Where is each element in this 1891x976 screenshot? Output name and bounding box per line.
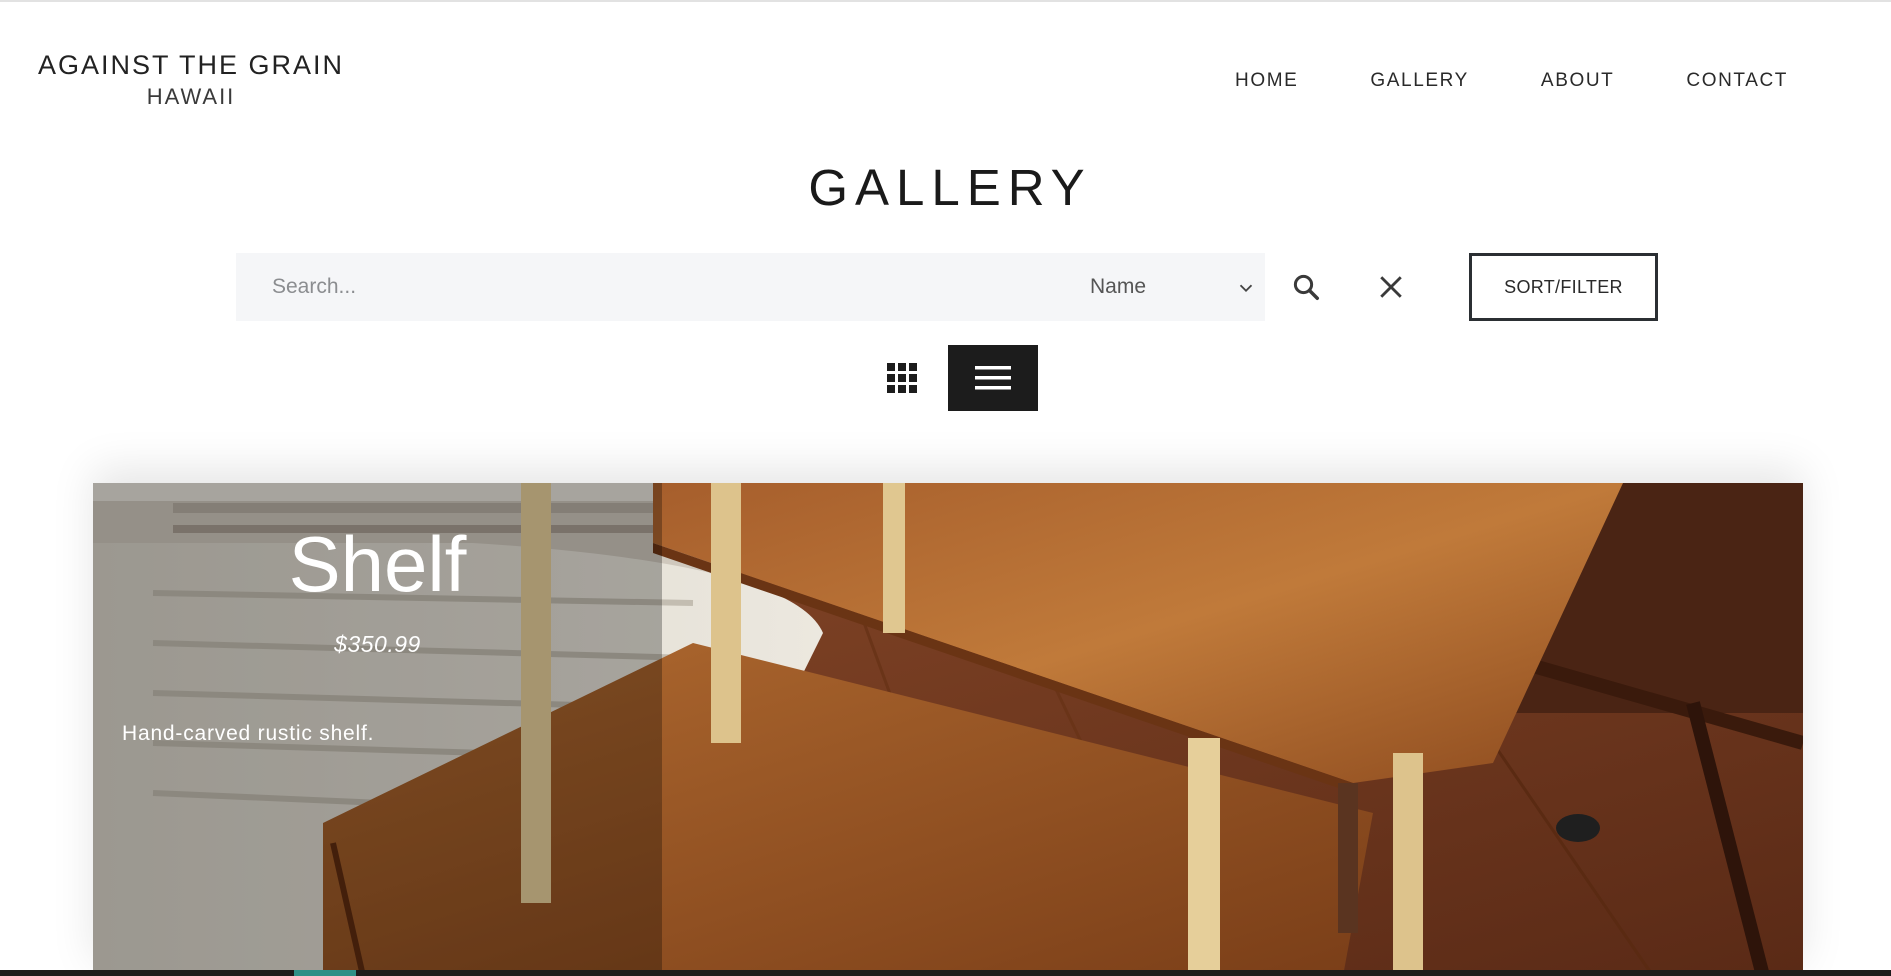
search-field-select[interactable]: Name	[1090, 253, 1265, 321]
grid-icon	[887, 363, 917, 393]
logo-title: AGAINST THE GRAIN	[37, 50, 345, 80]
top-divider	[0, 0, 1891, 2]
nav-contact[interactable]: CONTACT	[1686, 68, 1788, 94]
bottom-bar	[0, 970, 1891, 976]
chevron-down-icon	[1239, 284, 1253, 293]
bottom-accent	[294, 970, 356, 976]
nav-gallery[interactable]: GALLERY	[1370, 68, 1469, 94]
close-icon	[1380, 276, 1402, 298]
search-input[interactable]	[236, 253, 1036, 321]
product-title: Shelf	[288, 520, 467, 608]
clear-search-button[interactable]	[1371, 265, 1411, 309]
main-nav: HOME GALLERY ABOUT CONTACT	[1235, 68, 1788, 94]
site-logo[interactable]: AGAINST THE GRAIN HAWAII	[36, 48, 346, 112]
grid-view-button[interactable]	[882, 355, 922, 401]
search-field-selected: Name	[1090, 275, 1147, 298]
search-bar: Name	[236, 253, 1265, 321]
product-price: $350.99	[334, 631, 421, 657]
list-view-button[interactable]	[948, 345, 1038, 411]
product-card[interactable]: Shelf $350.99 Hand-carved rustic shelf.	[93, 483, 1803, 976]
product-description: Hand-carved rustic shelf.	[122, 722, 375, 745]
sort-filter-button[interactable]: SORT/FILTER	[1469, 253, 1658, 321]
page-title: GALLERY	[808, 159, 1092, 216]
list-icon	[975, 366, 1011, 390]
nav-about[interactable]: ABOUT	[1541, 68, 1614, 94]
logo-subtitle: HAWAII	[146, 84, 236, 109]
search-button[interactable]	[1286, 265, 1326, 309]
search-icon	[1293, 274, 1319, 300]
nav-home[interactable]: HOME	[1235, 68, 1298, 94]
